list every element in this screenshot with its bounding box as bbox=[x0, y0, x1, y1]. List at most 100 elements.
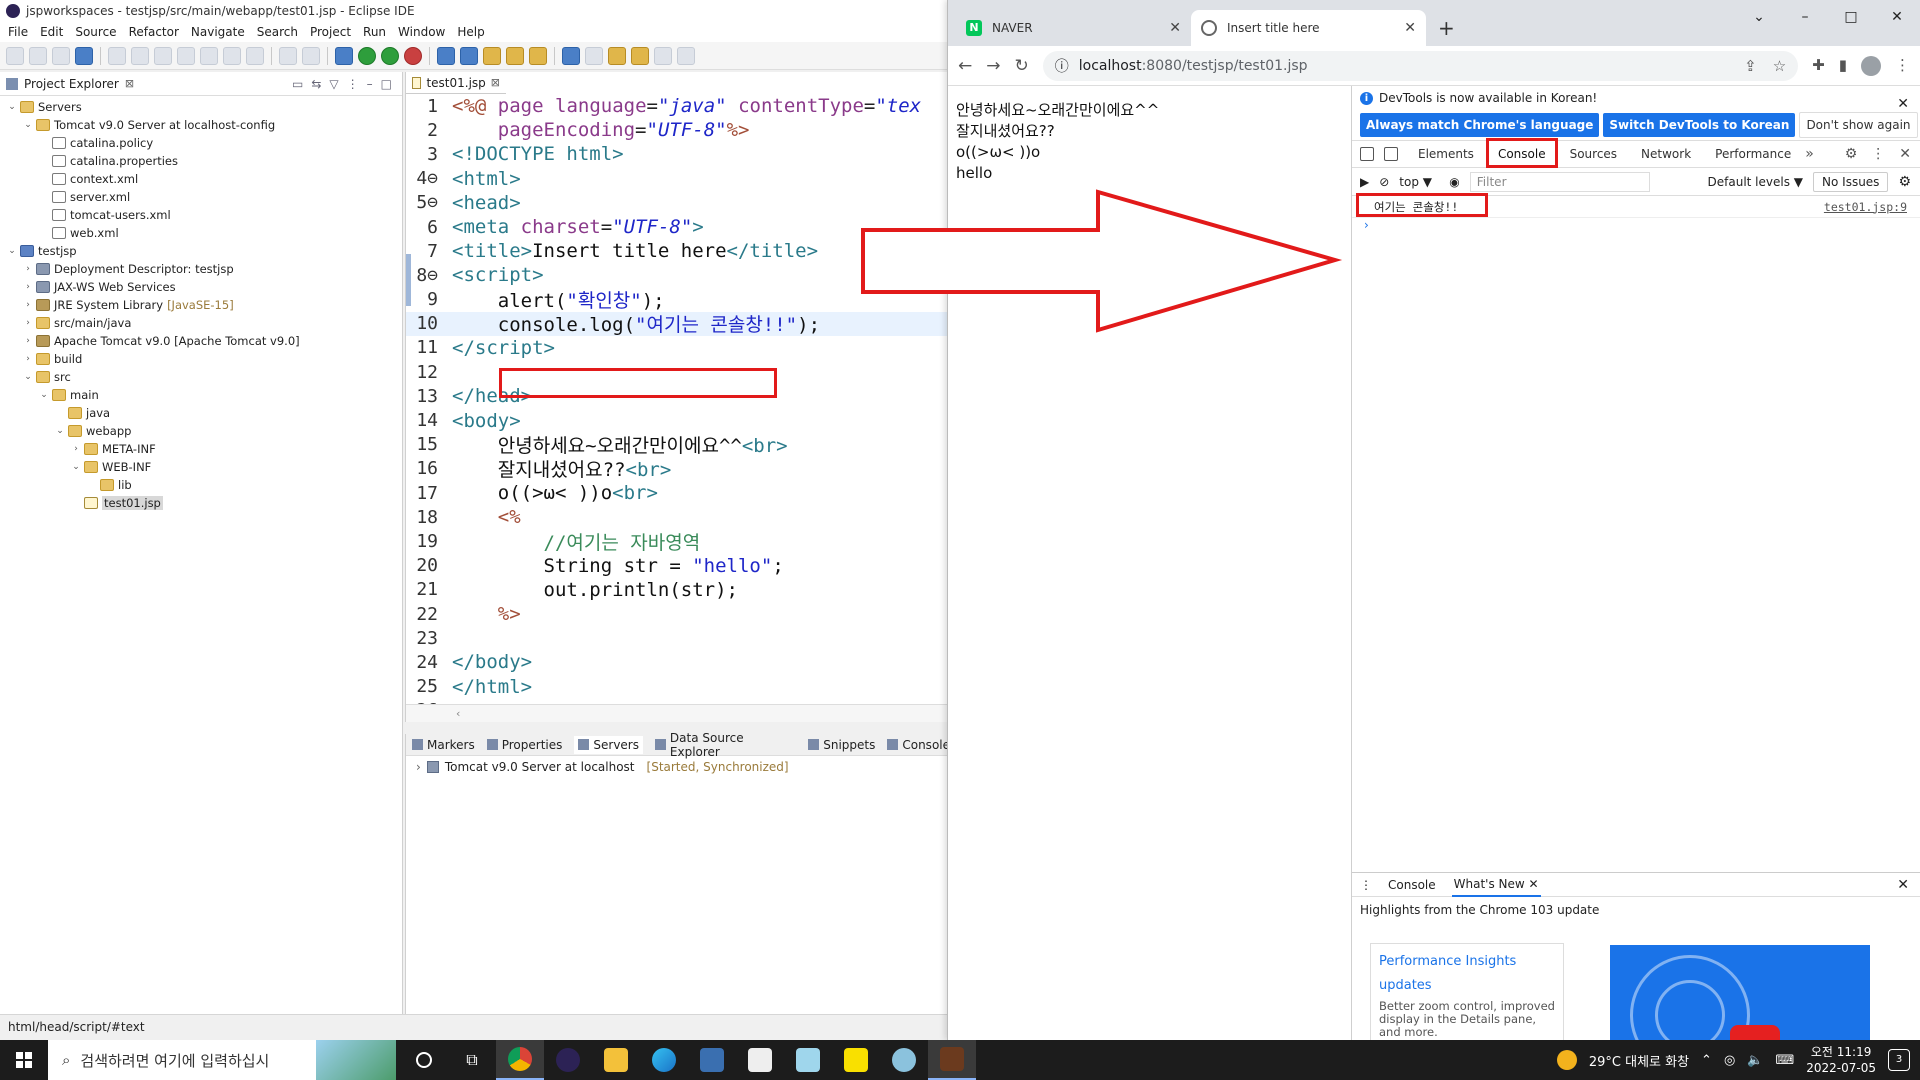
sidebar-toggle-icon[interactable]: ▶ bbox=[1360, 175, 1369, 189]
chrome-taskbar-app[interactable] bbox=[496, 1040, 544, 1080]
chevron-down-icon[interactable]: ⌄ bbox=[22, 120, 34, 130]
tree-item[interactable]: tomcat-users.xml bbox=[0, 206, 402, 224]
chevron-down-icon[interactable]: ⌄ bbox=[38, 390, 50, 400]
edge-app[interactable] bbox=[640, 1040, 688, 1080]
new-tab-icon[interactable]: + bbox=[1438, 16, 1455, 40]
task-view-button[interactable]: ⧉ bbox=[448, 1040, 496, 1080]
menu-item-source[interactable]: Source bbox=[71, 25, 124, 39]
context-selector[interactable]: top ▼ bbox=[1399, 175, 1439, 189]
skip-breakpoints-icon[interactable] bbox=[279, 46, 297, 65]
drawer-menu-icon[interactable]: ⋮ bbox=[1360, 878, 1372, 892]
close-drawer-icon[interactable]: ✕ bbox=[1897, 877, 1909, 893]
issues-button[interactable]: No Issues bbox=[1813, 171, 1889, 192]
menu-item-project[interactable]: Project bbox=[306, 25, 359, 39]
step-over-icon[interactable] bbox=[223, 46, 241, 65]
cortana-button[interactable] bbox=[400, 1040, 448, 1080]
tree-item[interactable]: ⌄ Tomcat v9.0 Server at localhost-config bbox=[0, 116, 402, 134]
editor-tab-test01[interactable]: test01.jsp ⊠ bbox=[406, 72, 506, 94]
tab-markers[interactable]: Markers bbox=[412, 738, 475, 752]
tab-naver[interactable]: N NAVER ✕ bbox=[956, 10, 1191, 46]
new-server-icon[interactable] bbox=[437, 46, 455, 65]
extensions-icon[interactable]: ✚ bbox=[1812, 56, 1825, 76]
chevron-right-icon[interactable]: › bbox=[70, 444, 82, 454]
tree-item[interactable]: ⌄ Servers bbox=[0, 98, 402, 116]
project-explorer-tab[interactable]: Project Explorer ⊠ ▭ ⇆ ▽ ⋮ – □ bbox=[0, 72, 402, 96]
whats-new-card[interactable]: Performance Insights updates Better zoom… bbox=[1370, 943, 1564, 1043]
close-devtools-icon[interactable]: ✕ bbox=[1899, 146, 1911, 162]
globe-icon[interactable] bbox=[562, 46, 580, 65]
eclipse-taskbar-app[interactable] bbox=[544, 1040, 592, 1080]
code-line[interactable]: 2 pageEncoding="UTF-8"%> bbox=[406, 118, 950, 142]
inspect-element-icon[interactable] bbox=[1360, 147, 1374, 161]
new-web-icon[interactable] bbox=[460, 46, 478, 65]
vscode-app[interactable] bbox=[688, 1040, 736, 1080]
menu-item-refactor[interactable]: Refactor bbox=[125, 25, 187, 39]
tab-properties[interactable]: Properties bbox=[486, 738, 562, 752]
open-resource-icon[interactable] bbox=[506, 46, 524, 65]
menu-item-window[interactable]: Window bbox=[394, 25, 453, 39]
more-tabs-icon[interactable]: » bbox=[1805, 146, 1814, 162]
run-icon[interactable] bbox=[358, 46, 376, 65]
prev-annotation-icon[interactable] bbox=[631, 46, 649, 65]
tree-item[interactable]: java bbox=[0, 404, 402, 422]
tree-item[interactable]: server.xml bbox=[0, 188, 402, 206]
tab-search-icon[interactable]: ⌄ bbox=[1736, 0, 1782, 34]
tree-item[interactable]: › Apache Tomcat v9.0 [Apache Tomcat v9.0] bbox=[0, 332, 402, 350]
notes-app[interactable] bbox=[784, 1040, 832, 1080]
menu-item-search[interactable]: Search bbox=[253, 25, 306, 39]
device-toolbar-icon[interactable] bbox=[1384, 147, 1398, 161]
tree-item[interactable]: › META-INF bbox=[0, 440, 402, 458]
tree-item[interactable]: ⌄ src bbox=[0, 368, 402, 386]
start-button[interactable] bbox=[0, 1052, 48, 1068]
code-line[interactable]: 16 잘지내셨어요??<br> bbox=[406, 457, 950, 481]
whats-new-thumbnail[interactable] bbox=[1610, 945, 1870, 1045]
taskbar-search-box[interactable]: ⌕ 검색하려면 여기에 입력하십시 bbox=[48, 1040, 396, 1080]
settings-gear-icon[interactable]: ⚙ bbox=[1845, 146, 1858, 162]
debug-icon[interactable] bbox=[335, 46, 353, 65]
tab-snippets[interactable]: Snippets bbox=[808, 738, 875, 752]
chevron-down-icon[interactable]: ⌄ bbox=[6, 102, 18, 112]
menu-item-help[interactable]: Help bbox=[453, 25, 492, 39]
editor-horizontal-scrollbar[interactable]: ‹ bbox=[406, 704, 950, 722]
maximize-icon[interactable]: □ bbox=[1828, 0, 1874, 34]
chevron-right-icon[interactable]: › bbox=[22, 300, 34, 310]
chevron-down-icon[interactable]: ⌄ bbox=[70, 462, 82, 472]
chevron-right-icon[interactable]: › bbox=[22, 336, 34, 346]
reload-icon[interactable]: ↻ bbox=[1015, 56, 1029, 76]
close-banner-icon[interactable]: ✕ bbox=[1897, 96, 1909, 112]
dont-show-again-button[interactable]: Don't show again bbox=[1799, 112, 1918, 138]
code-line[interactable]: 1 <%@ page language="java" contentType="t… bbox=[406, 94, 950, 118]
chevron-down-icon[interactable]: ⌄ bbox=[6, 246, 18, 256]
suspend-icon[interactable] bbox=[131, 46, 149, 65]
step-return-icon[interactable] bbox=[246, 46, 264, 65]
code-line[interactable]: 21 out.println(str); bbox=[406, 578, 950, 602]
minimize-icon[interactable]: – bbox=[367, 77, 373, 91]
forward-icon[interactable]: → bbox=[986, 56, 1000, 76]
code-line[interactable]: 15 안녕하세요~오래간만이에요^^<br> bbox=[406, 433, 950, 457]
chevron-down-icon[interactable]: ⌄ bbox=[22, 372, 34, 382]
always-match-language-button[interactable]: Always match Chrome's language bbox=[1360, 113, 1600, 137]
minimize-icon[interactable]: – bbox=[1782, 0, 1828, 34]
toggle-ant-icon[interactable] bbox=[302, 46, 320, 65]
new-icon[interactable] bbox=[6, 46, 24, 65]
weather-sun-icon[interactable] bbox=[1556, 1050, 1577, 1070]
back-icon[interactable] bbox=[654, 46, 672, 65]
menu-item-run[interactable]: Run bbox=[359, 25, 394, 39]
clear-console-icon[interactable]: ⊘ bbox=[1379, 175, 1389, 189]
code-line[interactable]: 20 String str = "hello"; bbox=[406, 554, 950, 578]
back-icon[interactable]: ← bbox=[958, 56, 972, 76]
chevron-right-icon[interactable]: › bbox=[416, 760, 421, 774]
volume-icon[interactable]: 🔈 bbox=[1747, 1053, 1763, 1068]
menu-item-navigate[interactable]: Navigate bbox=[187, 25, 253, 39]
server-row[interactable]: › Tomcat v9.0 Server at localhost [Start… bbox=[406, 756, 950, 778]
chevron-right-icon[interactable]: › bbox=[22, 264, 34, 274]
close-window-icon[interactable]: ✕ bbox=[1874, 0, 1920, 34]
maximize-icon[interactable]: □ bbox=[381, 77, 392, 91]
log-source-link[interactable]: test01.jsp:9 bbox=[1824, 200, 1907, 214]
card-title[interactable]: Performance Insights updates bbox=[1379, 950, 1555, 998]
close-icon[interactable]: ⊠ bbox=[491, 76, 500, 89]
bookmark-star-icon[interactable]: ☆ bbox=[1773, 57, 1786, 75]
filter-icon[interactable]: ▽ bbox=[329, 77, 338, 91]
language-indicator-icon[interactable]: ⌨ bbox=[1775, 1053, 1794, 1068]
side-panel-icon[interactable]: ▮ bbox=[1839, 56, 1847, 76]
